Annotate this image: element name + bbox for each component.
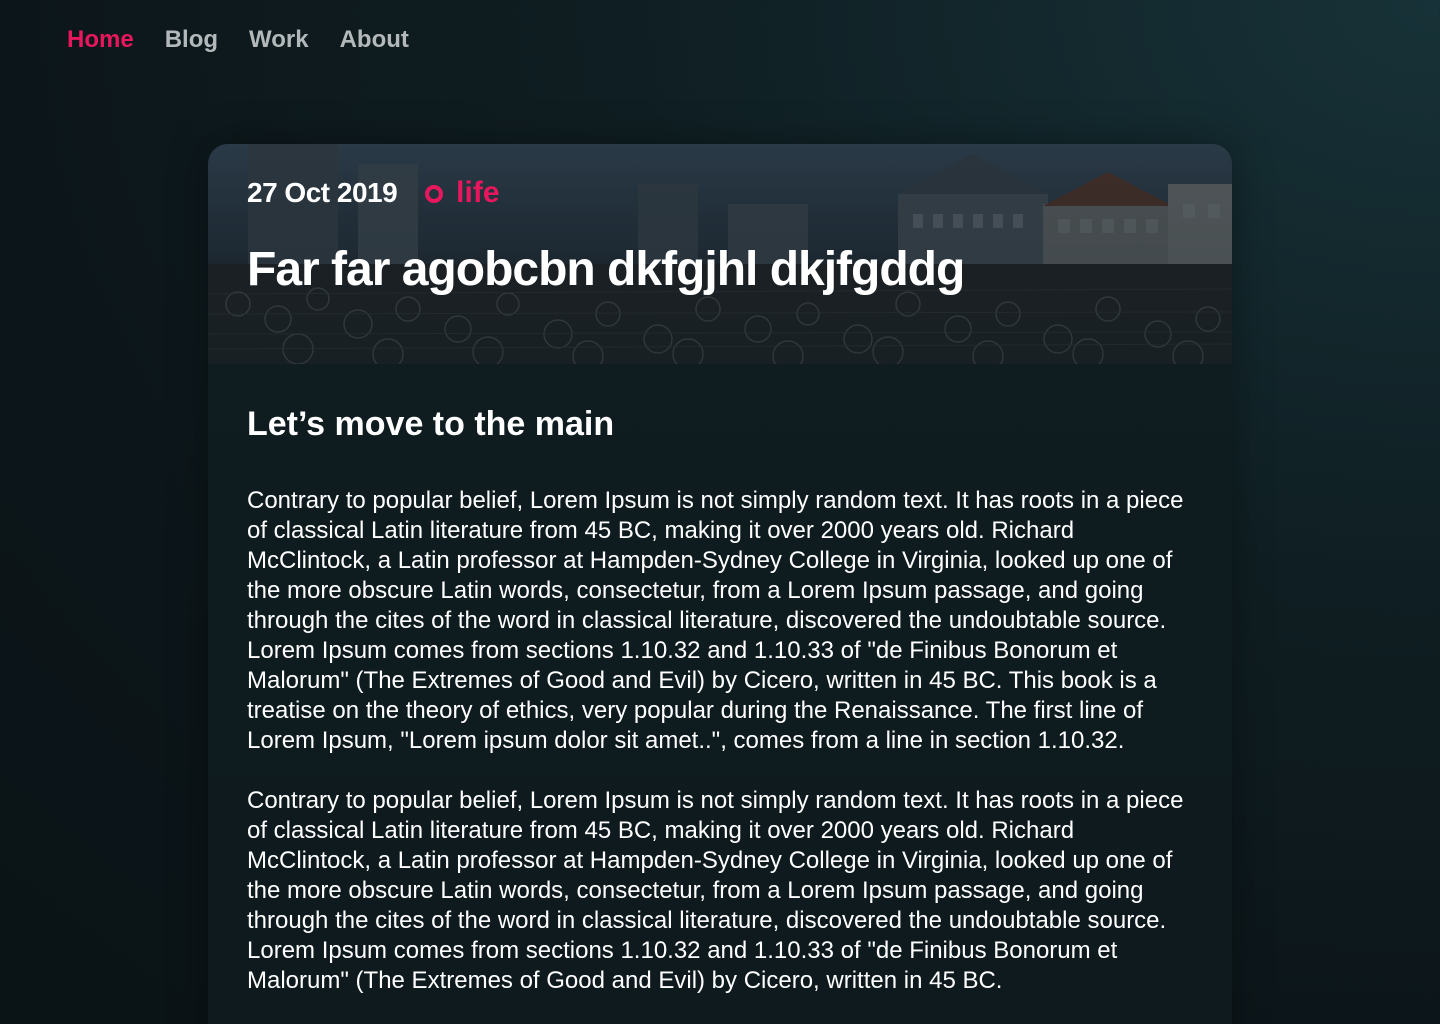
post-tag-label: life [456,176,500,209]
post-tag[interactable]: life [425,176,500,210]
nav-work-link[interactable]: Work [249,24,309,56]
post-title: Far far agobcbn dkfgjhl dkjfgddg [247,243,965,296]
post-content: Let’s move to the main Contrary to popul… [208,364,1232,996]
tag-circle-icon [425,185,444,203]
nav-home-link[interactable]: Home [67,24,134,56]
post-paragraph: Contrary to popular belief, Lorem Ipsum … [247,487,1184,754]
main-nav: Home Blog Work About [67,24,409,56]
post-subheading: Let’s move to the main [247,405,615,443]
nav-about-link[interactable]: About [340,24,409,56]
post-meta: 27 Oct 2019 life [247,176,500,210]
nav-blog-link[interactable]: Blog [165,24,218,56]
post-card: 27 Oct 2019 life Far far agobcbn dkfgjhl… [208,144,1232,1024]
post-date: 27 Oct 2019 [247,177,398,208]
post-hero: 27 Oct 2019 life Far far agobcbn dkfgjhl… [208,144,1232,364]
post-paragraph: Contrary to popular belief, Lorem Ipsum … [247,787,1184,994]
